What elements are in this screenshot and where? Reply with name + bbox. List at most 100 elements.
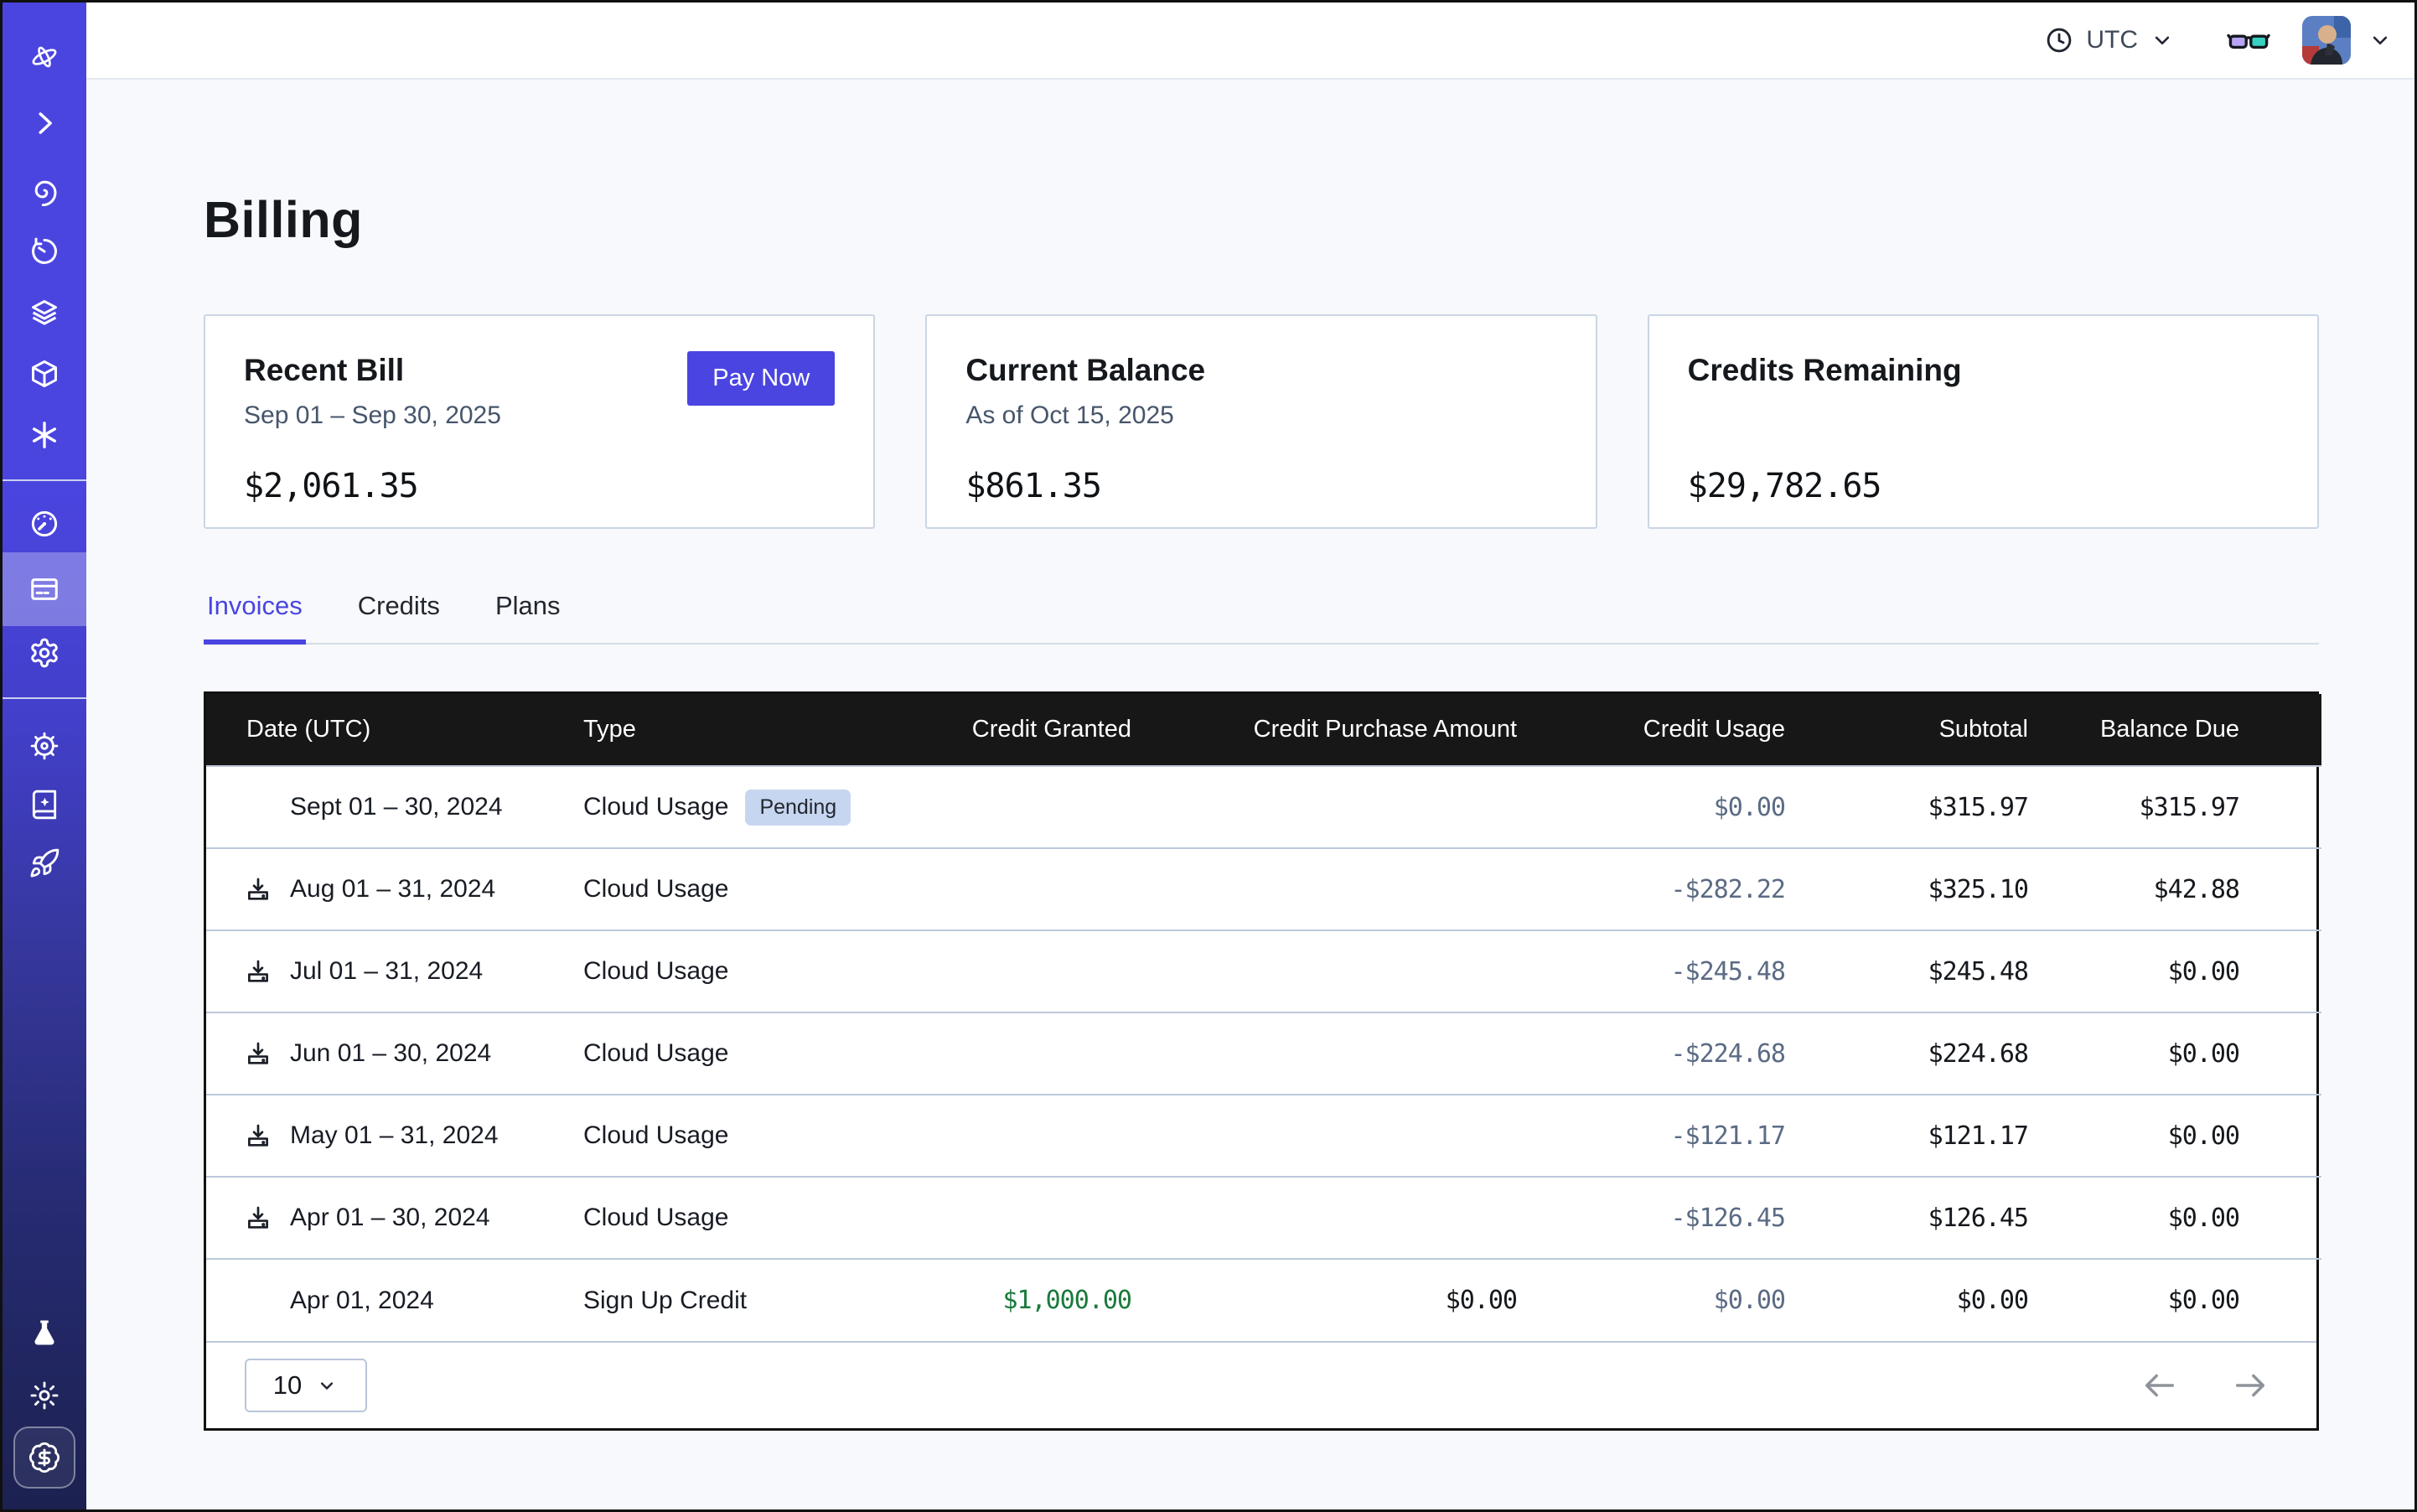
credit-purchase-value [1195, 1095, 1581, 1177]
credit-granted-value [935, 1177, 1195, 1259]
account-menu[interactable] [2302, 16, 2393, 65]
invoice-type: Cloud Usage [583, 957, 728, 986]
col-credit-granted: Credit Granted [935, 694, 1195, 766]
sidebar [3, 3, 86, 1509]
billing-content: Billing Recent Bill Sep 01 – Sep 30, 202… [86, 190, 2414, 1431]
invoice-type: Cloud Usage [583, 793, 728, 821]
card-subtitle [1688, 401, 2279, 432]
credit-purchase-value [1195, 1012, 1581, 1095]
clock-icon [2044, 25, 2074, 55]
balance-due-value: $0.00 [2092, 1259, 2321, 1341]
balance-due-value: $315.97 [2092, 766, 2321, 848]
download-icon [244, 875, 272, 904]
table-row: Jun 01 – 30, 2024 Cloud Usage -$224.68 $… [206, 1012, 2321, 1095]
table-row: Apr 01 – 30, 2024 Cloud Usage -$126.45 $… [206, 1177, 2321, 1259]
sidebar-divider [3, 697, 86, 699]
download-icon [244, 1121, 272, 1150]
credits-remaining-card: Credits Remaining $29,782.65 [1648, 314, 2319, 529]
current-balance-card: Current Balance As of Oct 15, 2025 $861.… [925, 314, 1597, 529]
balance-due-value: $42.88 [2092, 848, 2321, 930]
reader-glasses-button[interactable] [2227, 22, 2270, 59]
invoice-date: Jul 01 – 31, 2024 [290, 957, 483, 986]
credit-granted-value [935, 848, 1195, 930]
credit-purchase-value [1195, 848, 1581, 930]
invoice-date: May 01 – 31, 2024 [290, 1121, 499, 1150]
theme-sun-icon[interactable] [28, 1380, 60, 1411]
billing-icon[interactable] [28, 573, 60, 605]
spiral-icon[interactable] [28, 174, 60, 206]
invoice-type: Cloud Usage [583, 875, 728, 904]
user-avatar [2302, 16, 2351, 65]
subtotal-value: $315.97 [1849, 766, 2092, 848]
chevron-down-icon [2368, 28, 2393, 53]
tab-invoices[interactable]: Invoices [204, 591, 306, 643]
invoices-table: Date (UTC) Type Credit Granted Credit Pu… [204, 691, 2319, 1431]
rocket-icon[interactable] [28, 847, 60, 879]
collapse-chevron-icon[interactable] [28, 107, 60, 139]
credit-granted-value [935, 1012, 1195, 1095]
col-type: Type [583, 694, 935, 766]
billing-screen: UTC [0, 0, 2417, 1512]
invoice-date: Apr 01 – 30, 2024 [290, 1204, 490, 1232]
download-invoice-button[interactable] [243, 1203, 273, 1233]
credit-usage-value: $0.00 [1581, 1259, 1849, 1341]
table-row: Sept 01 – 30, 2024 Cloud Usage Pending $… [206, 766, 2321, 848]
tab-credits[interactable]: Credits [355, 591, 443, 643]
main-area: UTC [86, 3, 2414, 1509]
next-page-button[interactable] [2231, 1366, 2269, 1405]
table-header-row: Date (UTC) Type Credit Granted Credit Pu… [206, 694, 2321, 766]
credit-purchase-value [1195, 930, 1581, 1012]
pay-now-button[interactable]: Pay Now [687, 351, 835, 406]
credit-usage-value: -$126.45 [1581, 1177, 1849, 1259]
credit-usage-value: $0.00 [1581, 766, 1849, 848]
settings-gear-icon[interactable] [28, 637, 60, 669]
credit-purchase-value [1195, 766, 1581, 848]
balance-due-value: $0.00 [2092, 1095, 2321, 1177]
timezone-picker[interactable]: UTC [2044, 25, 2175, 55]
credit-granted-value [935, 766, 1195, 848]
tab-plans[interactable]: Plans [492, 591, 564, 643]
arrow-left-icon [2140, 1366, 2179, 1405]
layers-icon[interactable] [28, 297, 60, 329]
download-invoice-button[interactable] [243, 1121, 273, 1151]
credits-badge-button[interactable] [13, 1427, 75, 1489]
dashboard-gauge-icon[interactable] [28, 508, 60, 540]
labs-flask-icon[interactable] [28, 1318, 60, 1349]
timezone-label: UTC [2086, 26, 2138, 54]
app-logo-icon[interactable] [28, 41, 60, 73]
download-invoice-button[interactable] [243, 874, 273, 904]
download-invoice-button[interactable] [243, 1038, 273, 1069]
docs-book-icon[interactable] [28, 789, 60, 821]
helm-wheel-icon[interactable] [28, 730, 60, 762]
recent-bill-amount: $2,061.35 [244, 467, 835, 505]
page-size-value: 10 [273, 1370, 302, 1401]
invoice-type: Sign Up Credit [583, 1287, 747, 1315]
chevron-down-icon [2150, 28, 2175, 53]
credit-granted-value [935, 930, 1195, 1012]
page-title: Billing [204, 190, 2319, 249]
subtotal-value: $224.68 [1849, 1012, 2092, 1095]
topbar: UTC [86, 3, 2414, 80]
download-icon [244, 1204, 272, 1232]
pagination-bar: 10 [206, 1341, 2316, 1428]
balance-due-value: $0.00 [2092, 930, 2321, 1012]
download-invoice-button[interactable] [243, 956, 273, 986]
asterisk-icon[interactable] [28, 419, 60, 451]
invoice-date: Apr 01, 2024 [290, 1287, 434, 1315]
col-balance-due: Balance Due [2092, 694, 2321, 766]
billing-tabs: Invoices Credits Plans [204, 591, 2319, 645]
card-subtitle: As of Oct 15, 2025 [965, 401, 1556, 432]
table-row: Jul 01 – 31, 2024 Cloud Usage -$245.48 $… [206, 930, 2321, 1012]
card-title: Current Balance [965, 353, 1556, 388]
credit-usage-value: -$282.22 [1581, 848, 1849, 930]
page-size-select[interactable]: 10 [245, 1359, 367, 1412]
subtotal-value: $325.10 [1849, 848, 2092, 930]
cube-icon[interactable] [28, 358, 60, 390]
glasses-icon [2227, 22, 2270, 59]
history-clock-icon[interactable] [28, 236, 60, 267]
credit-usage-value: -$121.17 [1581, 1095, 1849, 1177]
previous-page-button[interactable] [2140, 1366, 2179, 1405]
download-icon [244, 1039, 272, 1068]
credit-purchase-value [1195, 1177, 1581, 1259]
subtotal-value: $121.17 [1849, 1095, 2092, 1177]
